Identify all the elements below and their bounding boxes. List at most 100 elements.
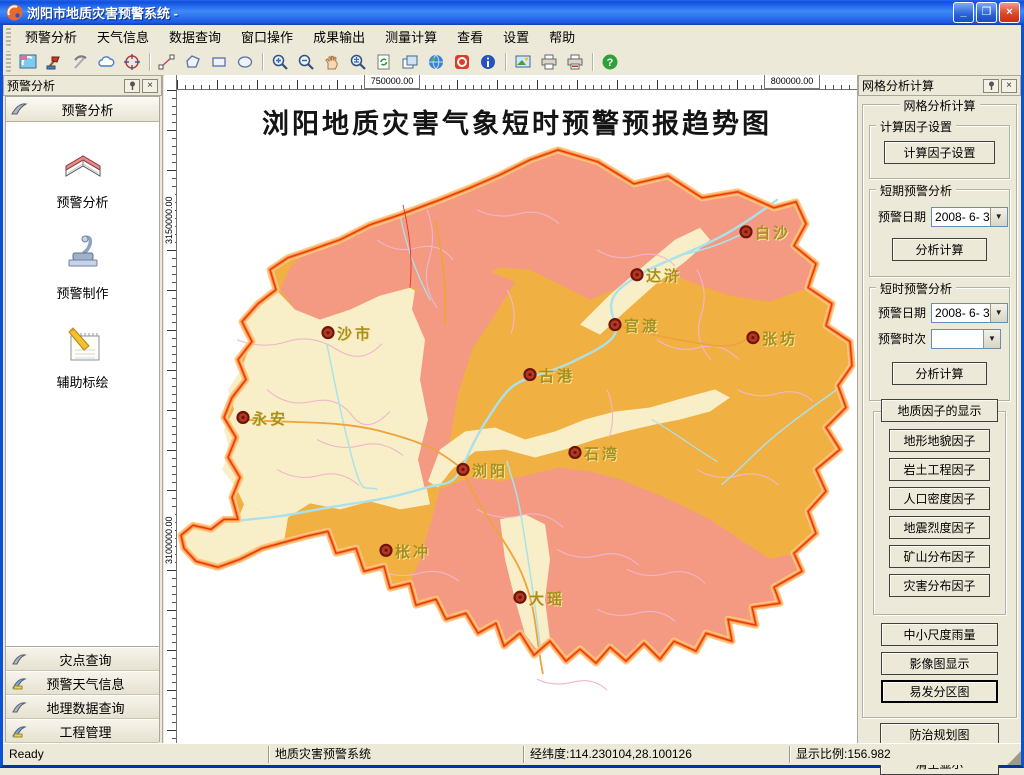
geotech-factor-button[interactable]: 岩土工程因子 — [889, 458, 990, 481]
ellipse-tool-icon[interactable] — [233, 51, 257, 73]
population-factor-button[interactable]: 人口密度因子 — [889, 487, 990, 510]
area-select-icon[interactable] — [16, 51, 40, 73]
zoom-in-icon[interactable] — [268, 51, 292, 73]
right-panel: 网格分析计算 × 网格分析计算 计算因子设置 计算因子设置 短期预警分 — [857, 75, 1021, 744]
resize-grip[interactable] — [1007, 751, 1021, 765]
group-geo-data-query[interactable]: 地理数据查询 — [6, 695, 159, 719]
globe-icon[interactable] — [424, 51, 448, 73]
toolbar-separator — [149, 53, 150, 71]
city-marker — [515, 592, 526, 603]
imagery-button[interactable]: 影像图显示 — [881, 652, 998, 675]
mine-factor-button[interactable]: 矿山分布因子 — [889, 545, 990, 568]
city-marker — [458, 464, 469, 475]
left-panel-content: 预警分析 预警分析 — [5, 96, 160, 648]
crosshair-tool-icon[interactable] — [120, 51, 144, 73]
print-preview-icon[interactable] — [563, 51, 587, 73]
pin-icon[interactable] — [124, 79, 140, 93]
group-warning-weather-info[interactable]: 预警天气信息 — [6, 671, 159, 695]
nowcast-date-combo[interactable]: 2008- 6- 3 ▼ — [931, 303, 1008, 323]
minimize-button[interactable]: _ — [953, 2, 974, 23]
window-title: 浏阳市地质灾害预警系统 - — [27, 3, 178, 22]
seismic-factor-button[interactable]: 地震烈度因子 — [889, 516, 990, 539]
factor-settings-button[interactable]: 计算因子设置 — [884, 141, 995, 164]
menu-data-query[interactable]: 数据查询 — [159, 25, 231, 48]
ruler-label: 3100000.00 — [164, 510, 175, 570]
city-marker — [610, 319, 621, 330]
close-button[interactable]: × — [999, 2, 1020, 23]
groupbox-legend: 网格分析计算 — [899, 97, 979, 114]
pan-hand-icon[interactable] — [320, 51, 344, 73]
cloud-tool-icon[interactable] — [94, 51, 118, 73]
warning-time-label: 预警时次 — [878, 330, 926, 347]
zoom-extent-icon[interactable] — [346, 51, 370, 73]
city-label: 大瑶 — [529, 588, 565, 609]
chevron-down-icon[interactable]: ▼ — [990, 208, 1007, 226]
menu-view[interactable]: 查看 — [447, 25, 493, 48]
restore-button[interactable]: ❐ — [976, 2, 997, 23]
short-term-fieldset: 短期预警分析 预警日期 2008- 6- 3 ▼ 分析计算 — [869, 189, 1010, 277]
chevron-down-icon[interactable]: ▼ — [990, 304, 1007, 322]
susceptibility-map-button[interactable]: 易发分区图 — [881, 680, 998, 703]
nowcast-analyze-button[interactable]: 分析计算 — [892, 362, 987, 385]
group-project-management[interactable]: 工程管理 — [6, 719, 159, 743]
group-label: 预警天气信息 — [32, 674, 159, 693]
map-regions — [181, 150, 852, 663]
menu-window-ops[interactable]: 窗口操作 — [231, 25, 303, 48]
pin-icon[interactable] — [983, 79, 999, 93]
right-panel-content: 网格分析计算 计算因子设置 计算因子设置 短期预警分析 预警日期 2008- 6… — [858, 96, 1021, 744]
left-panel-groups: 灾点查询 预警天气信息 地理数据查询 工程管理 — [5, 646, 160, 742]
combo-value: 2008- 6- 3 — [932, 306, 990, 320]
help-icon[interactable]: ? — [598, 51, 622, 73]
tool-aux-plotting[interactable]: 辅助标绘 — [6, 324, 159, 391]
zoom-out-icon[interactable] — [294, 51, 318, 73]
layers-icon[interactable] — [398, 51, 422, 73]
tool-warning-making[interactable]: 预警制作 — [6, 233, 159, 302]
image-view-icon[interactable] — [511, 51, 535, 73]
tool-label: 预警制作 — [56, 283, 108, 302]
left-panel: 预警分析 × 预警分析 预警分 — [3, 75, 163, 744]
refresh-icon[interactable] — [372, 51, 396, 73]
right-panel-title: 网格分析计算 — [862, 77, 934, 94]
left-panel-header-label: 预警分析 — [30, 100, 159, 119]
group-label: 地理数据查询 — [32, 698, 159, 717]
factor-display-button[interactable]: 地质因子的显示 — [881, 399, 998, 422]
close-panel-icon[interactable]: × — [142, 79, 158, 93]
toolbar-separator — [505, 53, 506, 71]
map-canvas[interactable]: 浏阳地质灾害气象短时预警预报趋势图 白沙 达浒 官渡 张坊 沙市 永安 古港 石… — [177, 90, 857, 744]
map-title: 浏阳地质灾害气象短时预警预报趋势图 — [177, 102, 857, 141]
polygon-tool-icon[interactable] — [181, 51, 205, 73]
menu-settings[interactable]: 设置 — [493, 25, 539, 48]
stop-icon[interactable] — [450, 51, 474, 73]
tool-warning-analysis[interactable]: 预警分析 — [6, 144, 159, 211]
menu-grip[interactable] — [6, 27, 11, 45]
info-icon[interactable] — [476, 51, 500, 73]
group-label: 工程管理 — [32, 722, 159, 741]
tool-label: 预警分析 — [56, 192, 108, 211]
chevron-down-icon[interactable]: ▼ — [983, 330, 1000, 348]
vertical-ruler: 3150000.00 3100000.00 — [164, 75, 177, 744]
terrain-factor-button[interactable]: 地形地貌因子 — [889, 429, 990, 452]
toolbar-grip[interactable] — [6, 51, 11, 73]
status-ready: Ready — [3, 746, 268, 763]
line-tool-icon[interactable] — [155, 51, 179, 73]
short-term-analyze-button[interactable]: 分析计算 — [892, 238, 987, 261]
group-disaster-point-query[interactable]: 灾点查询 — [6, 647, 159, 671]
disaster-factor-button[interactable]: 灾害分布因子 — [889, 574, 990, 597]
menu-warning-analysis[interactable]: 预警分析 — [15, 25, 87, 48]
hammer-tool-icon[interactable] — [42, 51, 66, 73]
print-icon[interactable] — [537, 51, 561, 73]
city-label: 石湾 — [584, 443, 620, 464]
rectangle-tool-icon[interactable] — [207, 51, 231, 73]
short-term-date-combo[interactable]: 2008- 6- 3 ▼ — [931, 207, 1008, 227]
menu-measure[interactable]: 测量计算 — [375, 25, 447, 48]
left-panel-title: 预警分析 — [7, 77, 55, 94]
nowcast-time-combo[interactable]: ▼ — [931, 329, 1001, 349]
menu-output[interactable]: 成果输出 — [303, 25, 375, 48]
pickaxe-tool-icon[interactable] — [68, 51, 92, 73]
rainfall-button[interactable]: 中小尺度雨量 — [881, 623, 998, 646]
title-bar[interactable]: 浏阳市地质灾害预警系统 - _ ❐ × — [0, 0, 1024, 25]
close-panel-icon[interactable]: × — [1001, 79, 1017, 93]
menu-help[interactable]: 帮助 — [539, 25, 585, 48]
menu-weather-info[interactable]: 天气信息 — [87, 25, 159, 48]
quill-icon — [10, 101, 30, 117]
